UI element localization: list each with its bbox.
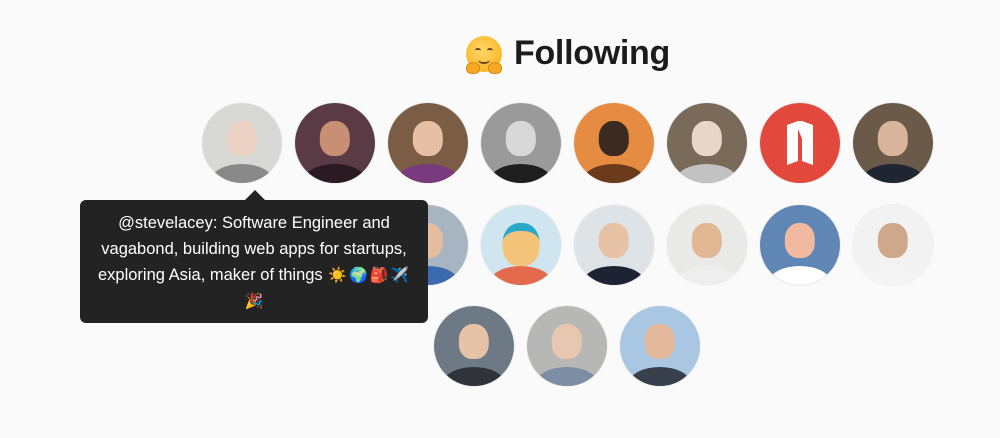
tooltip-emoji-2: 🎒: [369, 266, 389, 284]
avatar-3[interactable]: [388, 103, 468, 183]
avatar-body: [489, 265, 553, 285]
user-bio-tooltip: @stevelacey: Software Engineer and vagab…: [80, 190, 428, 323]
avatar-face: [644, 323, 676, 359]
avatar-6[interactable]: [667, 103, 747, 183]
avatar-face: [505, 120, 537, 156]
avatar-face: [598, 120, 630, 156]
page-title: Following: [514, 34, 670, 72]
brand-logo-icon: [787, 121, 813, 165]
avatar-face: [877, 120, 909, 156]
avatar-5[interactable]: [574, 103, 654, 183]
avatar-face: [877, 222, 909, 258]
avatar-17[interactable]: [620, 306, 700, 386]
hugging-face-icon: [466, 35, 502, 74]
page-header: Following: [466, 34, 670, 74]
tooltip-emoji-3: ✈️: [390, 266, 410, 284]
avatar-face: [226, 120, 258, 156]
avatar-body: [628, 366, 692, 386]
avatar-body: [675, 163, 739, 183]
avatar-face: [598, 222, 630, 258]
tooltip-emoji-4: 🎉: [244, 293, 264, 311]
avatar-body: [861, 163, 925, 183]
avatar-body: [861, 265, 925, 285]
avatar-body: [768, 265, 832, 285]
avatar-body: [396, 163, 460, 183]
avatar-14[interactable]: [853, 205, 933, 285]
avatar-11[interactable]: [574, 205, 654, 285]
avatar-body: [582, 265, 646, 285]
avatar-face: [551, 323, 583, 359]
avatar-4[interactable]: [481, 103, 561, 183]
avatar-stevelacey[interactable]: [202, 103, 282, 183]
tooltip-emoji-0: ☀️: [328, 266, 347, 284]
avatar-face: [784, 222, 816, 258]
avatar-15[interactable]: [434, 306, 514, 386]
avatar-2[interactable]: [295, 103, 375, 183]
avatar-face: [691, 120, 723, 156]
avatar-face: [458, 323, 490, 359]
avatar-7[interactable]: [760, 103, 840, 183]
tooltip-emoji-1: 🌍: [348, 266, 368, 284]
avatar-face: [502, 222, 540, 266]
avatar-13[interactable]: [760, 205, 840, 285]
avatar-body: [675, 265, 739, 285]
avatar-body: [489, 163, 553, 183]
avatar-8[interactable]: [853, 103, 933, 183]
avatar-body: [442, 366, 506, 386]
avatar-12[interactable]: [667, 205, 747, 285]
avatar-body: [582, 163, 646, 183]
avatar-face: [319, 120, 351, 156]
avatar-body: [210, 163, 274, 183]
avatar-face: [412, 120, 444, 156]
avatar-face: [691, 222, 723, 258]
avatar-body: [303, 163, 367, 183]
avatar-16[interactable]: [527, 306, 607, 386]
avatar-body: [535, 366, 599, 386]
avatar-10[interactable]: [481, 205, 561, 285]
